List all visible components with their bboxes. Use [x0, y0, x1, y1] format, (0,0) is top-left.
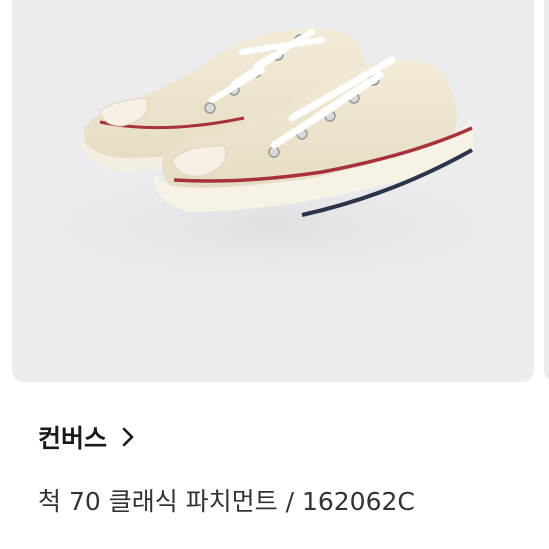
sneaker-illustration: [22, 28, 522, 275]
brand-name: 컨버스: [38, 424, 108, 453]
product-name: 척 70 클래식 파치먼트 / 162062C: [38, 487, 415, 516]
product-image[interactable]: [12, 0, 534, 382]
next-product-image-edge[interactable]: [544, 0, 549, 382]
chevron-right-icon: [122, 427, 134, 447]
brand-link[interactable]: 컨버스: [38, 420, 135, 454]
